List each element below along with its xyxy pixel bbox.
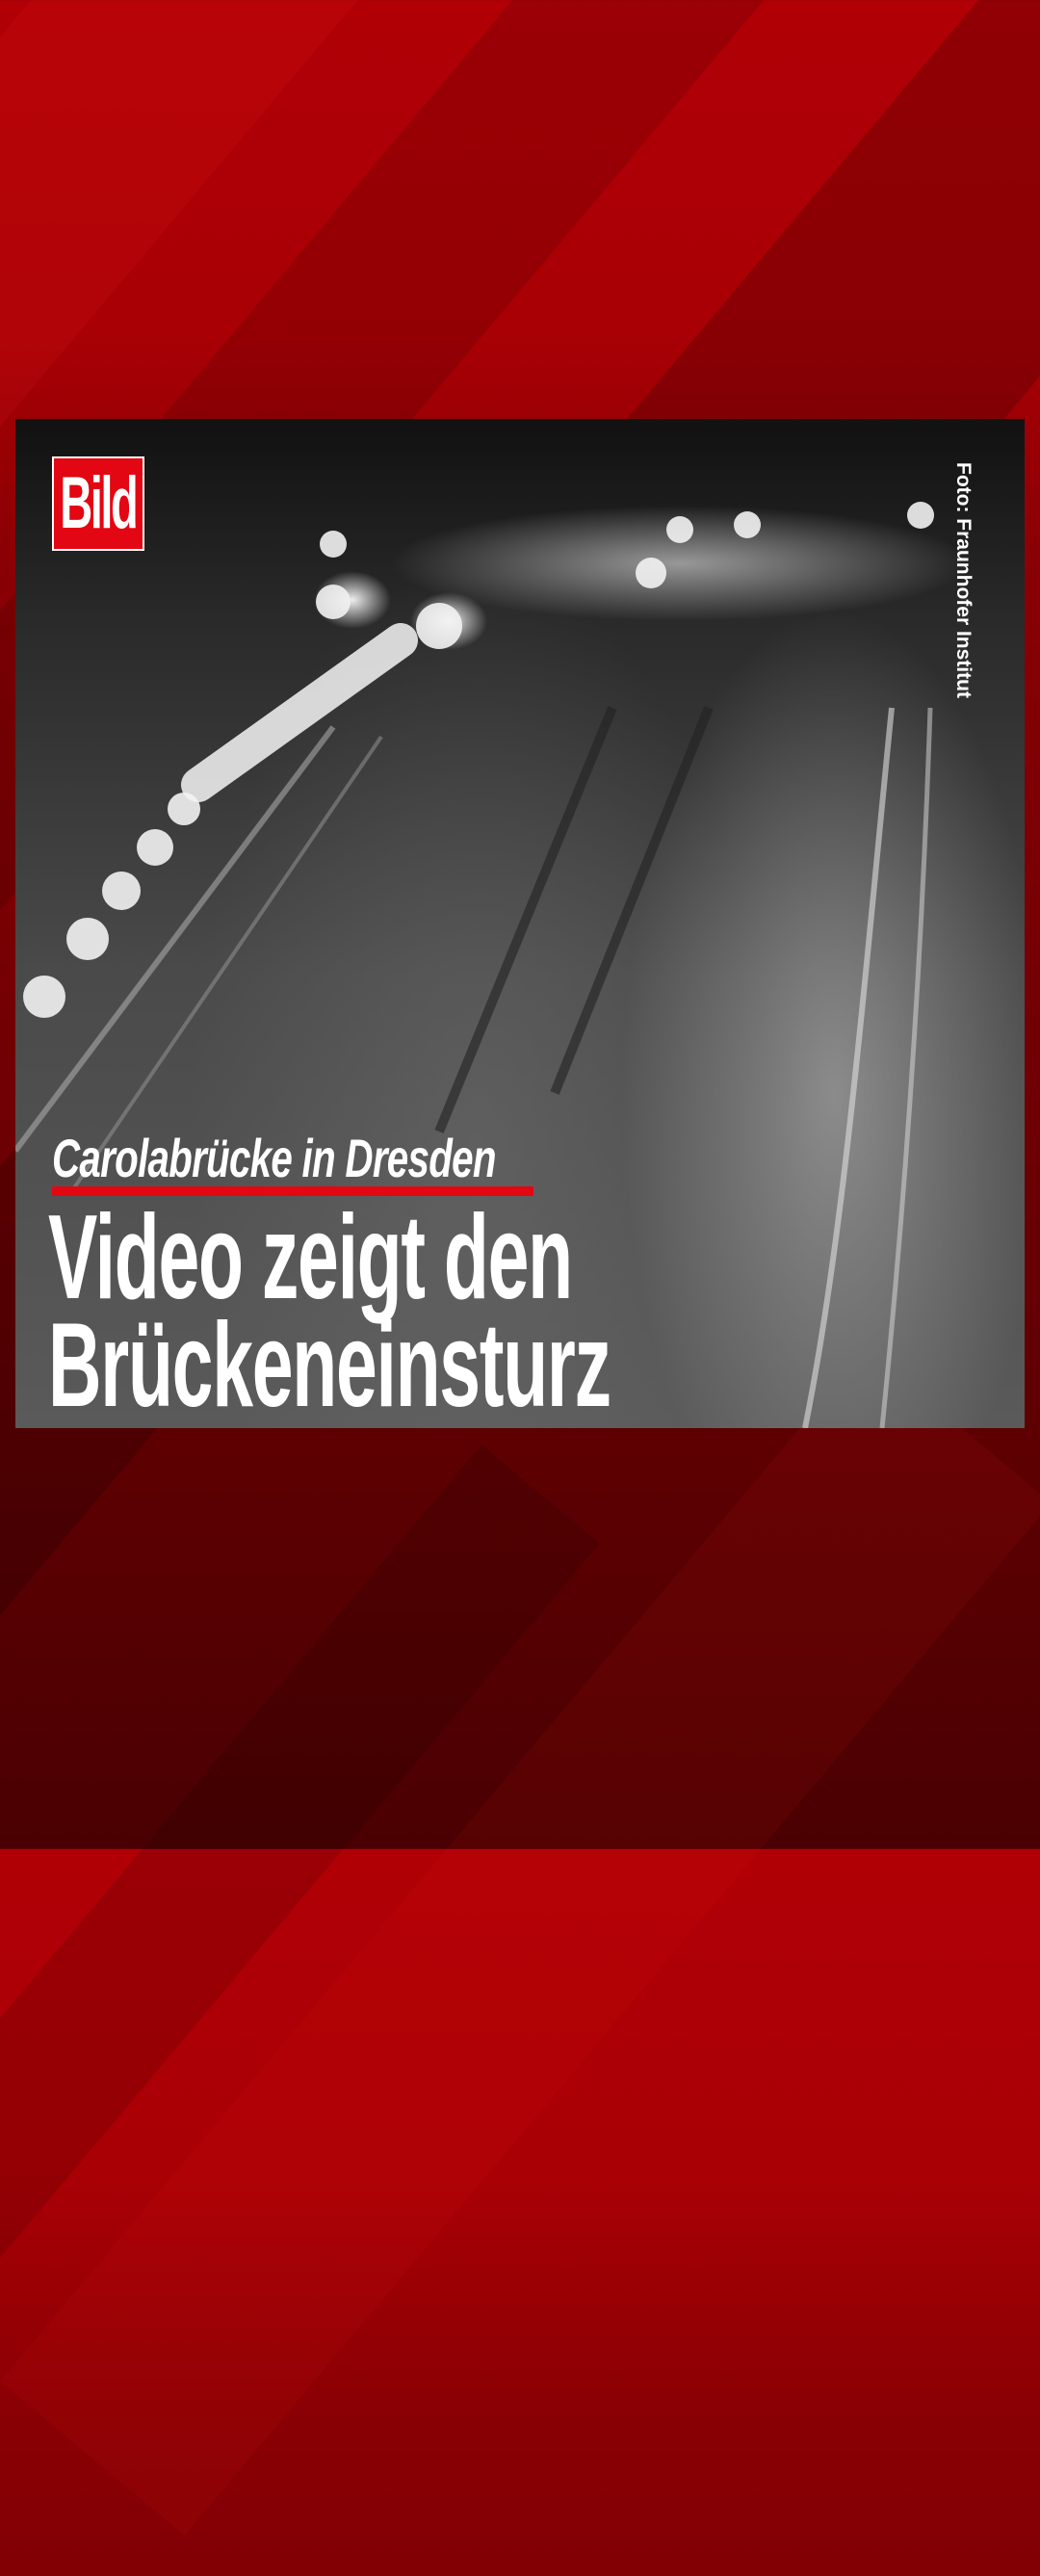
bild-logo: Bild	[52, 456, 144, 551]
photo-credit: Foto: Fraunhofer Institut	[952, 462, 975, 698]
story-headline: Video zeigt den Brückeneinsturz	[48, 1191, 611, 1432]
headline-line-2: Brückeneinsturz	[48, 1299, 611, 1432]
headline-line-1: Video zeigt den	[48, 1191, 573, 1324]
story-kicker: Carolabrücke in Dresden	[52, 1128, 496, 1188]
